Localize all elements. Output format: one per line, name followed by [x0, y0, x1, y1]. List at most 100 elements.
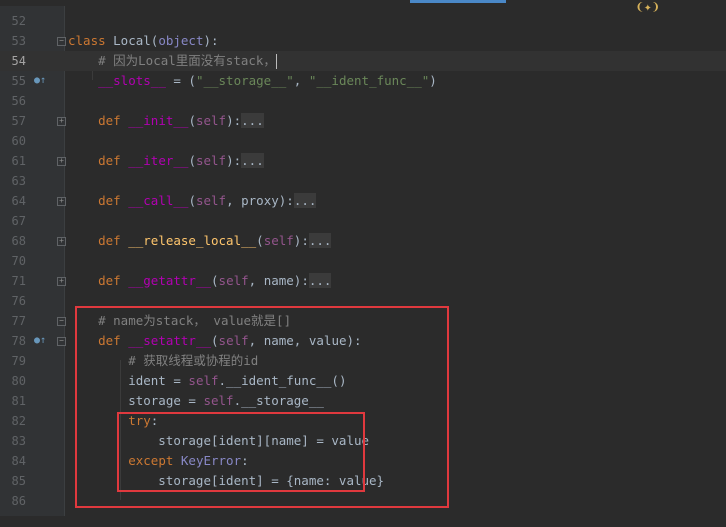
line-number[interactable]: 54 — [0, 51, 26, 71]
line-number[interactable]: 52 — [0, 11, 26, 31]
code-token: ( — [188, 153, 196, 168]
code-line[interactable]: 61 + def __iter__(self):... — [0, 151, 726, 171]
notification-icon[interactable]: ❨✦❩ — [636, 0, 676, 15]
code-line[interactable]: 70 — [0, 251, 726, 271]
code-token: self — [263, 233, 294, 248]
code-token: ): — [293, 233, 309, 248]
code-line[interactable]: 53 − class Local(object): — [0, 31, 726, 51]
line-number[interactable]: 79 — [0, 351, 26, 371]
line-number[interactable]: 78 — [0, 331, 26, 351]
folded-code-placeholder[interactable]: ... — [308, 233, 332, 248]
code-token: __getattr__ — [128, 273, 212, 288]
code-text[interactable]: def __init__(self):... — [68, 111, 264, 131]
code-token: # 因为Local里面没有stack， — [98, 53, 276, 68]
code-token: self — [195, 113, 227, 128]
code-token: , name): — [248, 273, 309, 288]
code-token: ( — [188, 113, 196, 128]
code-text[interactable]: # 因为Local里面没有stack， — [68, 51, 277, 71]
code-token: , proxy): — [226, 193, 294, 208]
code-token: = ( — [165, 73, 196, 88]
code-text[interactable]: class Local(object): — [68, 31, 219, 51]
code-token: __iter__ — [128, 153, 189, 168]
code-line[interactable]: 57 + def __init__(self):... — [0, 111, 726, 131]
code-token: "__ident_func__" — [308, 73, 430, 88]
code-line[interactable]: 56 — [0, 91, 726, 111]
line-number[interactable]: 76 — [0, 291, 26, 311]
fold-toggle-icon[interactable]: + — [57, 197, 66, 206]
code-line[interactable]: 63 — [0, 171, 726, 191]
override-marker-icon[interactable]: ●↑ — [34, 335, 46, 347]
line-number[interactable]: 55 — [0, 71, 26, 91]
fold-toggle-icon[interactable]: − — [57, 317, 66, 326]
code-token: __call__ — [128, 193, 189, 208]
folded-code-placeholder[interactable]: ... — [241, 153, 264, 168]
code-line[interactable]: 52 — [0, 11, 726, 31]
line-number[interactable]: 85 — [0, 471, 26, 491]
line-number[interactable]: 83 — [0, 431, 26, 451]
line-number[interactable]: 60 — [0, 131, 26, 151]
code-token: ): — [203, 33, 219, 48]
code-text[interactable]: __slots__ = ("__storage__", "__ident_fun… — [68, 71, 437, 91]
code-token: Local — [113, 33, 151, 48]
line-number[interactable]: 68 — [0, 231, 26, 251]
code-text[interactable]: def __release_local__(self):... — [68, 231, 332, 251]
code-token: object — [158, 33, 204, 48]
code-line[interactable]: 68 + def __release_local__(self):... — [0, 231, 726, 251]
line-number[interactable]: 53 — [0, 31, 26, 51]
code-token: __slots__ — [98, 73, 166, 88]
code-text[interactable]: def __call__(self, proxy):... — [68, 191, 317, 211]
folded-code-placeholder[interactable]: ... — [308, 273, 332, 288]
code-token: def — [98, 233, 129, 248]
text-cursor — [275, 54, 277, 69]
fold-toggle-icon[interactable]: + — [57, 117, 66, 126]
code-token: class — [68, 33, 114, 48]
line-number[interactable]: 63 — [0, 171, 26, 191]
code-token: , — [293, 73, 309, 88]
code-token: self — [218, 273, 249, 288]
fold-toggle-icon[interactable]: + — [57, 277, 66, 286]
line-number[interactable]: 56 — [0, 91, 26, 111]
code-token: def — [98, 153, 129, 168]
line-number[interactable]: 61 — [0, 151, 26, 171]
highlight-box-try-except — [117, 412, 365, 492]
folded-code-placeholder[interactable]: ... — [241, 113, 264, 128]
line-number[interactable]: 64 — [0, 191, 26, 211]
code-line[interactable]: 60 — [0, 131, 726, 151]
code-token: self — [195, 153, 227, 168]
line-number[interactable]: 67 — [0, 211, 26, 231]
code-editor[interactable]: ❨✦❩ 52 53− class Local(object): 54 # 因为Loca… — [0, 0, 726, 527]
line-number[interactable]: 86 — [0, 491, 26, 511]
editor-bottom-edge — [0, 516, 726, 527]
code-line[interactable]: 54 # 因为Local里面没有stack， — [0, 51, 726, 71]
code-text[interactable]: def __getattr__(self, name):... — [68, 271, 332, 291]
fold-toggle-icon[interactable]: − — [57, 37, 66, 46]
line-number[interactable]: 80 — [0, 371, 26, 391]
code-token: __init__ — [128, 113, 189, 128]
fold-toggle-icon[interactable]: − — [57, 337, 66, 346]
line-number[interactable]: 84 — [0, 451, 26, 471]
code-line[interactable]: 67 — [0, 211, 726, 231]
folded-code-placeholder[interactable]: ... — [293, 193, 317, 208]
code-line[interactable]: 71 + def __getattr__(self, name):... — [0, 271, 726, 291]
fold-toggle-icon[interactable]: + — [57, 157, 66, 166]
code-text[interactable]: def __iter__(self):... — [68, 151, 264, 171]
fold-toggle-icon[interactable]: + — [57, 237, 66, 246]
line-number[interactable]: 81 — [0, 391, 26, 411]
line-number[interactable]: 77 — [0, 311, 26, 331]
line-number[interactable]: 82 — [0, 411, 26, 431]
line-number[interactable]: 71 — [0, 271, 26, 291]
override-marker-icon[interactable]: ●↑ — [34, 75, 46, 87]
code-line[interactable]: 55 ●↑ __slots__ = ("__storage__", "__iden… — [0, 71, 726, 91]
code-token: ( — [256, 233, 264, 248]
code-token: self — [195, 193, 227, 208]
code-line[interactable]: 64 + def __call__(self, proxy):... — [0, 191, 726, 211]
line-number[interactable]: 57 — [0, 111, 26, 131]
code-token: def — [98, 193, 129, 208]
line-number[interactable]: 70 — [0, 251, 26, 271]
